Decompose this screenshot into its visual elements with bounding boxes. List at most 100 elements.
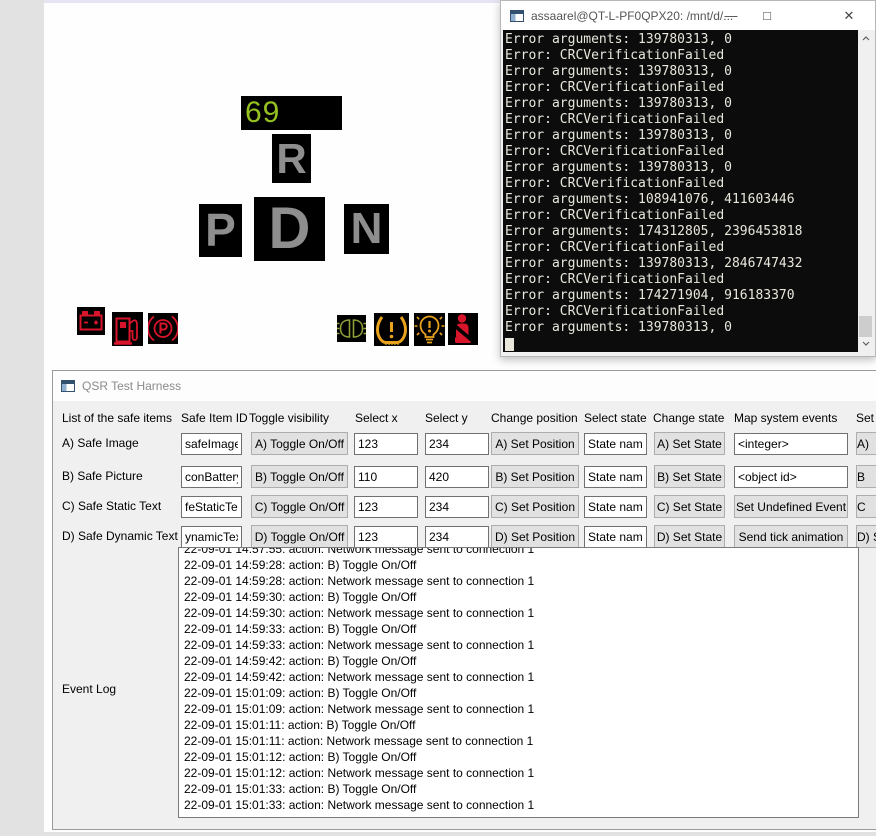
event-log-line: 22-09-01 14:57:55: action: Network messa… bbox=[184, 547, 858, 557]
map-event-input[interactable] bbox=[734, 466, 848, 488]
event-log-line: 22-09-01 14:59:42: action: B) Toggle On/… bbox=[184, 653, 858, 669]
terminal-titlebar[interactable]: assaarel@QT-L-PF0QPX20: /mnt/d/... — □ ✕ bbox=[501, 1, 875, 30]
terminal-line: Error arguments: 139780313, 2846747432 bbox=[505, 256, 858, 272]
event-log-line: 22-09-01 15:01:09: action: Network messa… bbox=[184, 701, 858, 717]
event-log-line: 22-09-01 14:59:33: action: Network messa… bbox=[184, 637, 858, 653]
low-fuel-icon bbox=[112, 312, 143, 346]
item-id-input[interactable] bbox=[181, 526, 242, 548]
maximize-button[interactable]: □ bbox=[751, 1, 783, 30]
column-header-set-s-clipped: Set s bbox=[856, 411, 876, 425]
set-position-button[interactable]: C) Set Position bbox=[491, 495, 579, 518]
terminal-line: Error arguments: 108941076, 411603446 bbox=[505, 192, 858, 208]
terminal-line: Error: CRCVerificationFailed bbox=[505, 208, 858, 224]
terminal-line: Error: CRCVerificationFailed bbox=[505, 240, 858, 256]
select-state-input[interactable] bbox=[584, 496, 647, 518]
terminal-line: Error: CRCVerificationFailed bbox=[505, 272, 858, 288]
set-s-button-clipped[interactable]: B bbox=[856, 465, 876, 488]
table-row-safe-image: A) Safe Image A) Toggle On/Off A) Set Po… bbox=[53, 432, 876, 455]
terminal-scrollbar[interactable] bbox=[858, 30, 873, 352]
select-x-input[interactable] bbox=[354, 496, 418, 518]
toggle-visibility-button[interactable]: B) Toggle On/Off bbox=[251, 465, 348, 488]
terminal-line: Error: CRCVerificationFailed bbox=[505, 144, 858, 160]
column-header-select-state: Select state bbox=[584, 411, 647, 425]
column-header-change-position: Change position bbox=[491, 411, 578, 425]
terminal-line: Error arguments: 174312805, 2396453818 bbox=[505, 224, 858, 240]
seatbelt-reminder-icon bbox=[448, 313, 478, 345]
terminal-line: Error arguments: 139780313, 0 bbox=[505, 64, 858, 80]
set-position-button[interactable]: A) Set Position bbox=[491, 432, 579, 455]
scroll-up-icon[interactable] bbox=[858, 30, 873, 47]
send-tick-animation-button[interactable]: Send tick animation bbox=[734, 525, 848, 548]
terminal-window: assaarel@QT-L-PF0QPX20: /mnt/d/... — □ ✕… bbox=[500, 0, 876, 357]
terminal-output[interactable]: Error arguments: 139780313, 0Error: CRCV… bbox=[503, 30, 858, 352]
map-event-input[interactable] bbox=[734, 433, 848, 455]
column-header-change-state: Change state bbox=[653, 411, 724, 425]
terminal-body: Error arguments: 139780313, 0Error: CRCV… bbox=[503, 30, 873, 352]
gear-indicator-reverse: R bbox=[272, 134, 311, 183]
event-log-line: 22-09-01 15:01:09: action: B) Toggle On/… bbox=[184, 685, 858, 701]
set-position-button[interactable]: B) Set Position bbox=[491, 465, 579, 488]
event-log-line: 22-09-01 15:01:33: action: Network messa… bbox=[184, 797, 858, 813]
select-state-input[interactable] bbox=[584, 433, 647, 455]
terminal-line: Error arguments: 139780313, 0 bbox=[505, 32, 858, 48]
qsr-titlebar[interactable]: QSR Test Harness bbox=[53, 371, 876, 401]
terminal-cursor bbox=[505, 338, 514, 351]
close-button[interactable]: ✕ bbox=[833, 1, 865, 30]
gear-indicator-park: P bbox=[199, 204, 242, 257]
terminal-line: Error: CRCVerificationFailed bbox=[505, 80, 858, 96]
select-x-input[interactable] bbox=[354, 466, 418, 488]
item-id-input[interactable] bbox=[181, 433, 242, 455]
select-state-input[interactable] bbox=[584, 466, 647, 488]
toggle-visibility-button[interactable]: A) Toggle On/Off bbox=[251, 432, 348, 455]
scrollbar-thumb[interactable] bbox=[859, 316, 872, 337]
parking-brake-icon bbox=[148, 313, 178, 344]
event-log-line: 22-09-01 14:59:30: action: B) Toggle On/… bbox=[184, 589, 858, 605]
terminal-line: Error arguments: 139780313, 0 bbox=[505, 160, 858, 176]
event-log-line: 22-09-01 15:01:11: action: B) Toggle On/… bbox=[184, 717, 858, 733]
scroll-down-icon[interactable] bbox=[858, 335, 873, 352]
toggle-visibility-button[interactable]: C) Toggle On/Off bbox=[251, 495, 348, 518]
set-position-button[interactable]: D) Set Position bbox=[491, 525, 579, 548]
set-s-button-clipped[interactable]: C bbox=[856, 495, 876, 518]
terminal-line: Error: CRCVerificationFailed bbox=[505, 48, 858, 64]
terminal-line: Error arguments: 174271904, 916183370 bbox=[505, 288, 858, 304]
event-log-label: Event Log bbox=[62, 682, 116, 696]
table-row-safe-picture: B) Safe Picture B) Toggle On/Off B) Set … bbox=[53, 465, 876, 488]
qsr-test-harness-window: QSR Test Harness List of the safe items … bbox=[52, 370, 876, 830]
select-y-input[interactable] bbox=[425, 526, 489, 548]
select-x-input[interactable] bbox=[354, 526, 418, 548]
speed-display: 69 bbox=[241, 96, 342, 130]
minimize-button[interactable]: — bbox=[715, 1, 747, 30]
row-label: C) Safe Static Text bbox=[62, 495, 161, 518]
position-lamps-icon bbox=[337, 315, 366, 342]
set-state-button[interactable]: D) Set State bbox=[654, 525, 725, 548]
column-header-map-system-events: Map system events bbox=[734, 411, 837, 425]
set-undefined-event-button[interactable]: Set Undefined Event bbox=[734, 495, 848, 518]
set-s-button-clipped[interactable]: A) bbox=[856, 432, 876, 455]
gear-indicator-drive: D bbox=[254, 197, 325, 261]
terminal-line: Error arguments: 139780313, 0 bbox=[505, 96, 858, 112]
select-state-input[interactable] bbox=[584, 526, 647, 548]
row-label: B) Safe Picture bbox=[62, 465, 143, 488]
terminal-line: Error: CRCVerificationFailed bbox=[505, 176, 858, 192]
select-y-input[interactable] bbox=[425, 466, 489, 488]
set-s-button-clipped[interactable]: D) S bbox=[856, 525, 876, 548]
select-y-input[interactable] bbox=[425, 496, 489, 518]
set-state-button[interactable]: A) Set State bbox=[654, 432, 725, 455]
event-log[interactable]: 22-09-01 14:57:55: action: Network messa… bbox=[178, 547, 859, 818]
item-id-input[interactable] bbox=[181, 496, 242, 518]
terminal-title: assaarel@QT-L-PF0QPX20: /mnt/d/... bbox=[531, 9, 733, 23]
select-x-input[interactable] bbox=[354, 433, 418, 455]
terminal-line: Error arguments: 139780313, 0 bbox=[505, 320, 858, 336]
toggle-visibility-button[interactable]: D) Toggle On/Off bbox=[251, 525, 348, 548]
item-id-input[interactable] bbox=[181, 466, 242, 488]
set-state-button[interactable]: C) Set State bbox=[654, 495, 725, 518]
column-header-select-x: Select x bbox=[355, 411, 398, 425]
bulb-failure-icon bbox=[414, 313, 445, 346]
select-y-input[interactable] bbox=[425, 433, 489, 455]
event-log-line: 22-09-01 14:59:30: action: Network messa… bbox=[184, 605, 858, 621]
terminal-line: Error arguments: 139780313, 0 bbox=[505, 128, 858, 144]
set-state-button[interactable]: B) Set State bbox=[654, 465, 725, 488]
column-header-toggle: Toggle visibility bbox=[249, 411, 329, 425]
event-log-line: 22-09-01 14:59:42: action: Network messa… bbox=[184, 669, 858, 685]
